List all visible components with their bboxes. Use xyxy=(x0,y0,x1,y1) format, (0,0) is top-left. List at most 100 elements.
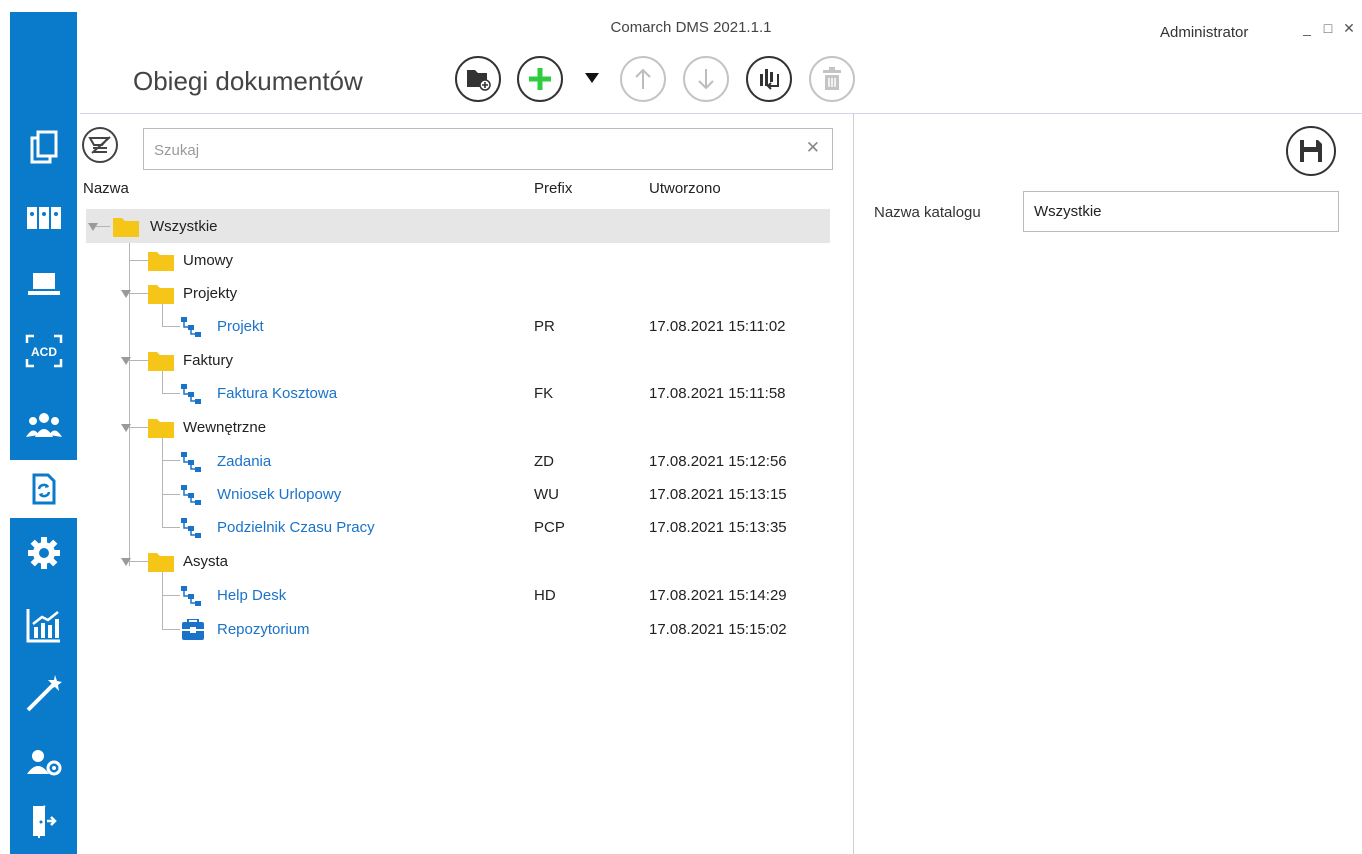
tree-row-label: Zadania xyxy=(217,453,272,470)
folder-icon xyxy=(148,352,174,371)
binders-icon xyxy=(26,207,61,229)
catalog-name-label: Nazwa katalogu xyxy=(874,204,981,221)
sidebar-item-users[interactable] xyxy=(10,396,77,454)
catalog-name-input[interactable] xyxy=(1023,191,1339,232)
move-down-button[interactable] xyxy=(683,56,729,102)
tree-row-label: Repozytorium xyxy=(217,621,310,638)
tree-row-repozytorium[interactable]: Repozytorium 17.08.2021 15:15:02 xyxy=(80,613,840,646)
collapse-icon[interactable] xyxy=(121,424,131,432)
search-clear-icon[interactable]: ✕ xyxy=(806,138,820,158)
trash-icon xyxy=(823,67,841,90)
folder-add-icon xyxy=(467,70,491,91)
users-icon xyxy=(25,413,62,437)
svg-text:ACD: ACD xyxy=(31,345,57,359)
tree-row-podzielnik-czasu-pracy[interactable]: Podzielnik Czasu Pracy PCP 17.08.2021 15… xyxy=(80,511,840,544)
collapse-icon[interactable] xyxy=(121,558,131,566)
sidebar-item-workflow[interactable] xyxy=(10,460,77,518)
workflow-icon xyxy=(181,485,201,505)
tree-row-label: Help Desk xyxy=(217,587,287,604)
column-header-name[interactable]: Nazwa xyxy=(83,180,129,197)
close-button[interactable]: ✕ xyxy=(1342,20,1356,37)
prefix-cell: HD xyxy=(534,587,556,604)
tree-row-label: Podzielnik Czasu Pracy xyxy=(217,519,375,536)
move-up-button[interactable] xyxy=(620,56,666,102)
column-header-created[interactable]: Utworzono xyxy=(649,180,721,197)
tree-row-help-desk[interactable]: Help Desk HD 17.08.2021 15:14:29 xyxy=(80,579,840,612)
maximize-button[interactable]: □ xyxy=(1321,20,1335,36)
folder-icon xyxy=(113,218,139,237)
user-settings-icon xyxy=(26,750,61,776)
add-dropdown-arrow[interactable] xyxy=(585,73,599,83)
prefix-cell: FK xyxy=(534,385,554,402)
tree-row-zadania[interactable]: Zadania ZD 17.08.2021 15:12:56 xyxy=(80,445,840,478)
tree-row-label: Wszystkie xyxy=(150,218,218,235)
created-cell: 17.08.2021 15:13:35 xyxy=(649,519,787,536)
tree-row-wniosek-urlopowy[interactable]: Wniosek Urlopowy WU 17.08.2021 15:13:15 xyxy=(80,478,840,511)
workflow-icon xyxy=(181,452,201,472)
delete-button[interactable] xyxy=(809,56,855,102)
app-title: Comarch DMS 2021.1.1 xyxy=(610,19,772,36)
reports-chart-icon xyxy=(26,609,60,643)
folder-icon xyxy=(148,285,174,304)
search-box: ✕ xyxy=(143,128,833,171)
magic-wand-icon xyxy=(26,675,62,712)
sidebar-item-laptop[interactable] xyxy=(10,255,77,313)
documents-icon xyxy=(30,130,57,164)
sidebar-item-acd[interactable]: ACD xyxy=(10,322,77,380)
tree-row-label: Wewnętrzne xyxy=(183,419,267,436)
sidebar: ACD xyxy=(0,0,77,854)
folder-icon xyxy=(148,419,174,438)
collapse-icon[interactable] xyxy=(121,290,131,298)
add-button[interactable] xyxy=(517,56,563,102)
gear-icon xyxy=(27,537,60,569)
collapse-icon[interactable] xyxy=(88,223,98,231)
tree-row-label: Wniosek Urlopowy xyxy=(217,486,342,503)
tree-row-label: Umowy xyxy=(183,252,234,269)
created-cell: 17.08.2021 15:14:29 xyxy=(649,587,787,604)
tree-row-projekt[interactable]: Projekt PR 17.08.2021 15:11:02 xyxy=(80,310,840,343)
tree-row-faktura-kosztowa[interactable]: Faktura Kosztowa FK 17.08.2021 15:11:58 xyxy=(80,377,840,410)
prefix-cell: ZD xyxy=(534,453,554,470)
tree-row-asysta[interactable]: Asysta xyxy=(80,545,840,578)
tree-row-label: Asysta xyxy=(183,553,229,570)
workflow-icon xyxy=(181,586,201,606)
column-header-prefix[interactable]: Prefix xyxy=(534,180,572,197)
panel-splitter[interactable] xyxy=(853,113,854,854)
tree-row-umowy[interactable]: Umowy xyxy=(80,244,840,277)
sidebar-item-logout[interactable] xyxy=(10,792,77,850)
tree-row-label: Faktury xyxy=(183,352,234,369)
save-icon xyxy=(1300,140,1322,162)
sidebar-item-binders[interactable] xyxy=(10,189,77,247)
sidebar-item-reports[interactable] xyxy=(10,596,77,654)
tree-row-label: Projekt xyxy=(217,318,264,335)
collapse-icon[interactable] xyxy=(121,357,131,365)
sidebar-item-settings[interactable] xyxy=(10,524,77,582)
workflow-icon xyxy=(181,384,201,404)
sidebar-item-documents[interactable] xyxy=(10,118,77,176)
save-button[interactable] xyxy=(1286,126,1336,176)
created-cell: 17.08.2021 15:11:02 xyxy=(649,318,786,335)
page-title: Obiegi dokumentów xyxy=(133,66,363,96)
filter-off-icon xyxy=(88,136,111,154)
add-folder-button[interactable] xyxy=(455,56,501,102)
prefix-cell: WU xyxy=(534,486,559,503)
created-cell: 17.08.2021 15:12:56 xyxy=(649,453,787,470)
tree-row-faktury[interactable]: Faktury xyxy=(80,344,840,377)
sort-button[interactable] xyxy=(746,56,792,102)
tree-row-wewnetrzne[interactable]: Wewnętrzne xyxy=(80,411,840,444)
workflow-icon xyxy=(181,317,201,337)
tree-row-wszystkie[interactable]: Wszystkie xyxy=(80,210,840,243)
folder-icon xyxy=(148,553,174,572)
created-cell: 17.08.2021 15:11:58 xyxy=(649,385,786,402)
filter-button[interactable] xyxy=(82,127,118,163)
sidebar-item-user-settings[interactable] xyxy=(10,733,77,791)
search-input[interactable] xyxy=(152,129,796,171)
prefix-cell: PCP xyxy=(534,519,565,536)
tree-row-projekty[interactable]: Projekty xyxy=(80,277,840,310)
prefix-cell: PR xyxy=(534,318,555,335)
plus-icon xyxy=(529,68,551,90)
sidebar-item-wizard[interactable] xyxy=(10,664,77,722)
minimize-button[interactable]: _ xyxy=(1300,20,1314,36)
user-name[interactable]: Administrator xyxy=(1160,24,1248,41)
created-cell: 17.08.2021 15:15:02 xyxy=(649,621,787,638)
